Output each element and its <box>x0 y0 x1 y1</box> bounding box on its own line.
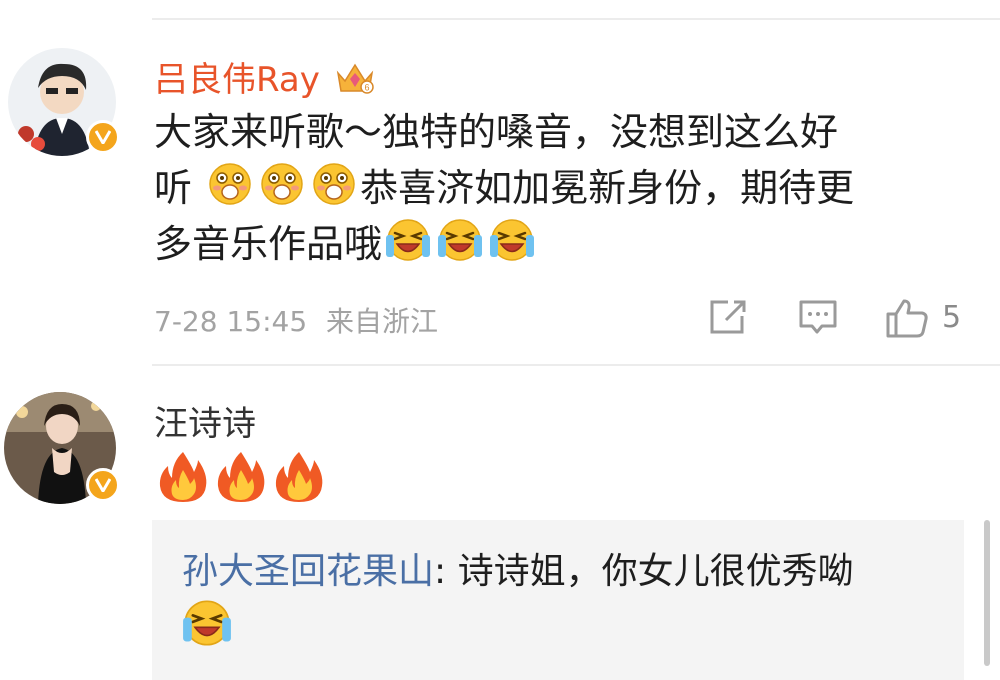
comment-button[interactable] <box>798 298 838 340</box>
like-count: 5 <box>942 300 962 335</box>
repost-icon <box>710 300 746 334</box>
scrollbar[interactable] <box>984 520 990 666</box>
reply-box[interactable]: 孙大圣回花果山: 诗诗姐，你女儿很优秀呦 <box>152 520 964 680</box>
comment-divider <box>152 364 1000 366</box>
comment-username[interactable]: 吕良伟Ray 6 <box>154 52 375 104</box>
avatar-lvliangwei[interactable] <box>8 48 120 156</box>
surprised-emoji <box>261 163 303 205</box>
top-divider <box>152 18 1000 20</box>
like-button[interactable] <box>884 298 930 342</box>
comment-text-line2: 听 恭喜济如加冕新身份，期待更 <box>154 160 854 216</box>
comment-meta: 7-28 15:45 来自浙江 <box>154 300 438 340</box>
crying-laugh-emoji <box>490 219 535 261</box>
repost-button[interactable] <box>708 298 748 340</box>
reply-author-link[interactable]: 孙大圣回花果山 <box>182 551 434 592</box>
reply-text: 诗诗姐，你女儿很优秀呦 <box>457 551 854 592</box>
reply-line: 孙大圣回花果山: 诗诗姐，你女儿很优秀呦 <box>182 542 854 594</box>
timestamp: 7-28 15:45 <box>154 305 308 338</box>
comment-text <box>156 450 326 508</box>
verified-v-icon <box>86 120 120 154</box>
username-text[interactable]: 吕良伟Ray <box>154 60 320 100</box>
comment-text-line1: 大家来听歌～独特的嗓音，没想到这么好 <box>154 110 839 154</box>
fire-emoji <box>217 452 265 502</box>
comment-icon <box>799 300 837 334</box>
crying-laugh-emoji <box>386 219 431 261</box>
surprised-emoji <box>209 163 251 205</box>
text-segment: 恭喜济如加冕新身份，期待更 <box>360 166 855 210</box>
text-segment: 听 <box>154 166 193 210</box>
fire-emoji <box>275 452 323 502</box>
svg-text:6: 6 <box>364 83 369 93</box>
comment-text: 大家来听歌～独特的嗓音，没想到这么好 听 恭喜济如加冕新身份，期待更 多音乐作品… <box>154 104 854 272</box>
location-source: 来自浙江 <box>326 305 439 338</box>
vip-crown-icon: 6 <box>335 61 375 104</box>
reply-separator: : <box>434 551 458 592</box>
avatar-wangshishi[interactable] <box>4 392 120 504</box>
crying-laugh-emoji <box>183 600 231 646</box>
text-segment: 多音乐作品哦 <box>154 222 383 266</box>
crying-laugh-emoji <box>438 219 483 261</box>
comment-text-line3: 多音乐作品哦 <box>154 216 854 272</box>
comment-username[interactable]: 汪诗诗 <box>154 396 256 445</box>
verified-v-icon <box>86 468 120 502</box>
like-thumb-icon <box>886 299 928 338</box>
surprised-emoji <box>313 163 355 205</box>
fire-emoji <box>159 452 207 502</box>
